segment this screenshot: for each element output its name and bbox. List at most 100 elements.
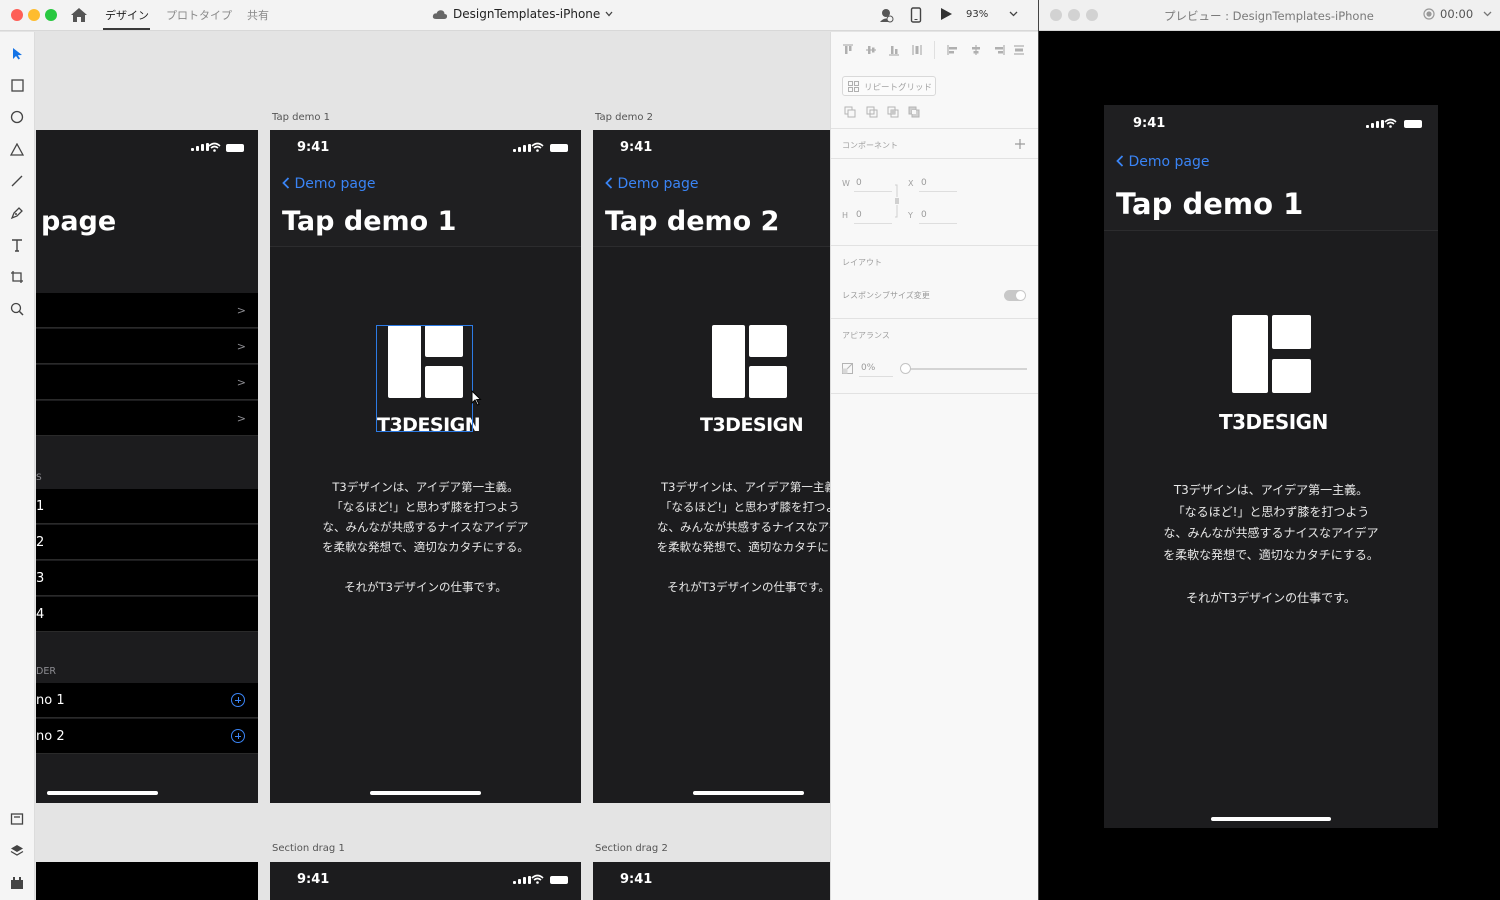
artboard-tool-icon[interactable] (8, 268, 26, 286)
artboard-label[interactable]: Tap demo 2 (595, 112, 653, 123)
list-item[interactable]: 3 (36, 561, 258, 596)
list-item[interactable]: > (36, 401, 258, 436)
zoom-window-button[interactable] (1086, 9, 1098, 21)
user-share-icon[interactable] (878, 7, 894, 23)
minimize-window-button[interactable] (1068, 9, 1080, 21)
minimize-window-button[interactable] (28, 9, 40, 21)
list-item[interactable]: 1 (36, 489, 258, 524)
record-button[interactable]: 00:00 (1423, 7, 1473, 21)
opacity-field[interactable]: 0% (861, 363, 875, 373)
artboard-label[interactable]: Section drag 2 (595, 843, 668, 854)
t3design-logo[interactable] (1232, 315, 1312, 395)
component-section: コンポーネント (831, 129, 1038, 159)
align-bottom-icon[interactable] (888, 44, 900, 56)
chevron-down-icon[interactable] (1483, 11, 1492, 17)
y-field[interactable]: 0 (921, 210, 927, 220)
record-icon (1423, 8, 1435, 20)
width-label: W (842, 179, 850, 188)
align-top-icon[interactable] (842, 44, 854, 56)
list-item[interactable]: > (36, 293, 258, 328)
align-right-icon[interactable] (993, 44, 1005, 56)
artboard-section-drag-1[interactable]: 9:41 (270, 862, 581, 900)
rectangle-tool-icon[interactable] (8, 76, 26, 94)
appearance-section: アピアランス 0% (831, 319, 1038, 394)
zoom-tool-icon[interactable] (8, 300, 26, 318)
artboard-label[interactable]: Section drag 1 (272, 843, 345, 854)
pen-tool-icon[interactable] (8, 204, 26, 222)
wifi-icon (208, 142, 221, 152)
opacity-slider-track[interactable] (901, 368, 1027, 370)
list-item[interactable]: > (36, 329, 258, 364)
battery-icon (550, 876, 568, 884)
assets-panel-icon[interactable] (8, 810, 26, 828)
lock-aspect-icon[interactable] (893, 181, 901, 221)
distribute-horizontal-icon[interactable] (1013, 44, 1025, 56)
artboard-demo-page[interactable]: page > > > > S 1 2 3 4 DER no 1 no 2 (36, 130, 258, 803)
align-left-icon[interactable] (947, 44, 959, 56)
xd-titlebar: デザイン プロトタイプ 共有 DesignTemplates-iPhone 93… (0, 0, 1038, 31)
chevron-left-icon (1116, 155, 1124, 167)
x-label: X (908, 179, 914, 188)
zoom-window-button[interactable] (45, 9, 57, 21)
design-canvas[interactable]: page > > > > S 1 2 3 4 DER no 1 no 2 Tap… (36, 32, 830, 900)
distribute-vertical-icon[interactable] (911, 44, 923, 56)
repeat-grid-icon (848, 81, 859, 92)
boolean-exclude-icon[interactable] (908, 106, 920, 118)
tab-design[interactable]: デザイン (105, 7, 149, 23)
tab-prototype[interactable]: プロトタイプ (166, 7, 232, 23)
back-button[interactable]: Demo page (282, 176, 375, 192)
align-middle-icon[interactable] (865, 44, 877, 56)
cellular-signal-icon (513, 144, 531, 152)
responsive-resize-toggle[interactable] (1004, 290, 1026, 301)
artboard-tap-demo-1[interactable]: 9:41 Demo page Tap demo 1 T3DESIGN T3デザイ… (270, 130, 581, 803)
chevron-left-icon (282, 177, 290, 189)
back-button[interactable]: Demo page (605, 176, 698, 192)
artboard-tap-demo-2[interactable]: 9:41 Demo page Tap demo 2 T3DESIGN T3デザイ… (593, 130, 830, 803)
zoom-chevron-icon[interactable] (1009, 11, 1018, 17)
text-tool-icon[interactable] (8, 236, 26, 254)
x-field[interactable]: 0 (921, 178, 927, 188)
polygon-tool-icon[interactable] (8, 140, 26, 158)
selection-bounding-box[interactable] (376, 325, 473, 432)
boolean-intersect-icon[interactable] (887, 106, 899, 118)
list-item[interactable]: no 2 (36, 719, 258, 754)
zoom-level[interactable]: 93% (966, 9, 988, 20)
home-icon[interactable] (70, 7, 88, 23)
ellipse-tool-icon[interactable] (8, 108, 26, 126)
record-timer: 00:00 (1440, 7, 1474, 21)
document-title[interactable]: DesignTemplates-iPhone (432, 7, 613, 21)
list-item[interactable]: no 1 (36, 683, 258, 718)
layers-panel-icon[interactable] (8, 842, 26, 860)
list-item-label: 1 (36, 499, 45, 514)
list-item[interactable]: 4 (36, 597, 258, 632)
line-tool-icon[interactable] (8, 172, 26, 190)
preview-screen[interactable]: 9:41 Demo page Tap demo 1 T3DESIGN T3デザイ… (1104, 105, 1438, 828)
align-section: リピートグリッド (831, 32, 1038, 129)
t3design-logo[interactable] (712, 325, 788, 399)
back-button[interactable]: Demo page (1116, 154, 1209, 170)
artboard-section-drag-2[interactable]: 9:41 (593, 862, 830, 900)
play-icon[interactable] (940, 7, 953, 21)
width-field[interactable]: 0 (856, 178, 862, 188)
close-window-button[interactable] (11, 9, 23, 21)
logo-wordmark: T3DESIGN (1219, 410, 1328, 434)
select-tool-icon[interactable] (8, 44, 26, 62)
add-component-icon[interactable] (1015, 139, 1025, 149)
list-item[interactable]: 2 (36, 525, 258, 560)
opacity-slider-handle[interactable] (900, 363, 911, 374)
plugins-panel-icon[interactable] (8, 874, 26, 892)
artboard-bottom-left[interactable] (36, 862, 258, 900)
artboard-label[interactable]: Tap demo 1 (272, 112, 330, 123)
battery-icon (226, 144, 244, 152)
boolean-add-icon[interactable] (844, 106, 856, 118)
transform-section: W 0 X 0 H 0 Y 0 (831, 159, 1038, 246)
device-preview-icon[interactable] (910, 7, 922, 23)
repeat-grid-button[interactable]: リピートグリッド (842, 76, 936, 96)
page-title: Tap demo 2 (605, 206, 780, 237)
list-item[interactable]: > (36, 365, 258, 400)
height-field[interactable]: 0 (856, 210, 862, 220)
close-window-button[interactable] (1050, 9, 1062, 21)
tab-share[interactable]: 共有 (247, 7, 269, 23)
boolean-subtract-icon[interactable] (866, 106, 878, 118)
align-center-icon[interactable] (970, 44, 982, 56)
